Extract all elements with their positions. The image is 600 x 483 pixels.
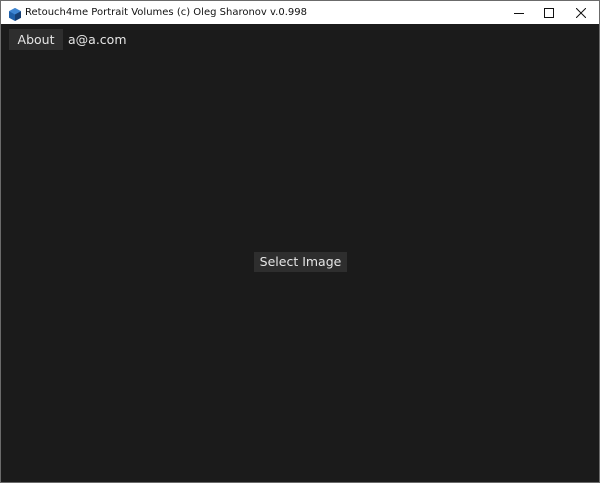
minimize-button[interactable]: [502, 1, 536, 24]
select-image-button[interactable]: Select Image: [254, 252, 347, 272]
main-canvas: About a@a.com Select Image: [1, 24, 599, 482]
hexagon-app-icon: [9, 6, 21, 21]
maximize-button[interactable]: [532, 1, 566, 24]
user-email: a@a.com: [68, 32, 127, 47]
about-button[interactable]: About: [9, 29, 63, 50]
title-bar[interactable]: Retouch4me Portrait Volumes (c) Oleg Sha…: [1, 1, 599, 24]
app-window: Retouch4me Portrait Volumes (c) Oleg Sha…: [0, 0, 600, 483]
window-title: Retouch4me Portrait Volumes (c) Oleg Sha…: [25, 7, 307, 18]
maximize-icon: [544, 7, 554, 18]
minimize-icon: [514, 12, 524, 14]
close-icon: [576, 7, 586, 18]
close-button[interactable]: [564, 1, 598, 24]
